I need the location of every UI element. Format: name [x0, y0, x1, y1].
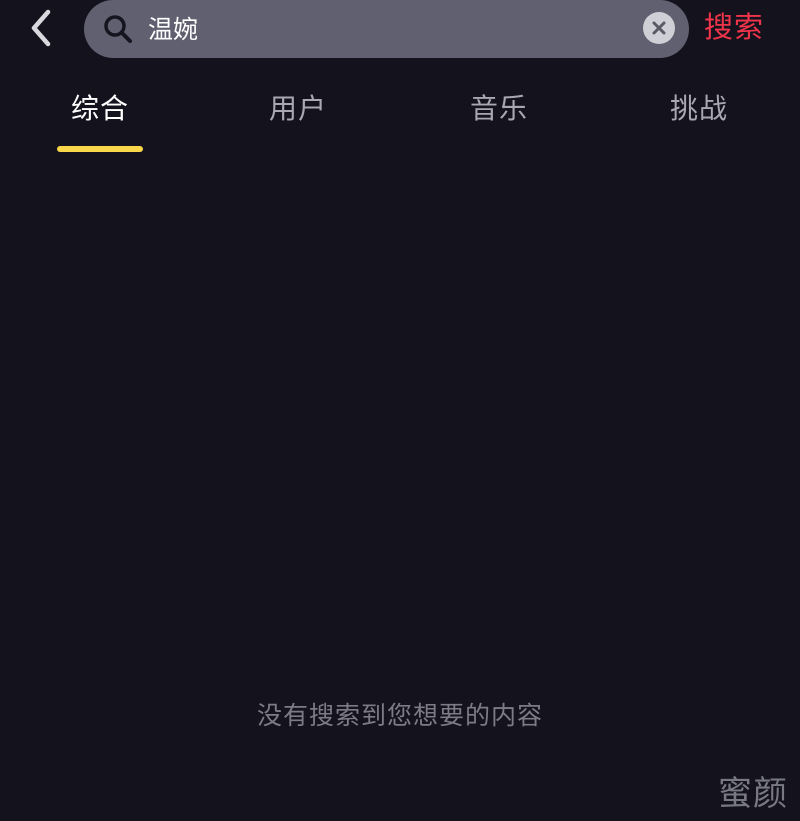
tab-users[interactable]: 用户 [238, 86, 358, 132]
tab-music[interactable]: 音乐 [439, 86, 559, 132]
back-button[interactable] [18, 2, 62, 54]
search-icon [104, 15, 132, 43]
clear-icon [652, 21, 666, 35]
search-bar[interactable] [84, 0, 689, 58]
tab-comprehensive[interactable]: 综合 [40, 86, 160, 132]
watermark: 蜜颜 [718, 774, 788, 814]
clear-search-button[interactable] [643, 12, 675, 44]
active-tab-indicator [57, 146, 143, 152]
empty-state-message: 没有搜索到您想要的内容 [256, 701, 543, 730]
search-input[interactable] [148, 8, 628, 48]
tab-challenges[interactable]: 挑战 [639, 86, 759, 132]
search-results-page: 搜索 综合 用户 音乐 挑战 没有搜索到您想要的内容 蜜颜 [0, 0, 800, 821]
chevron-left-icon [31, 9, 51, 47]
search-submit-button[interactable]: 搜索 [704, 4, 764, 50]
